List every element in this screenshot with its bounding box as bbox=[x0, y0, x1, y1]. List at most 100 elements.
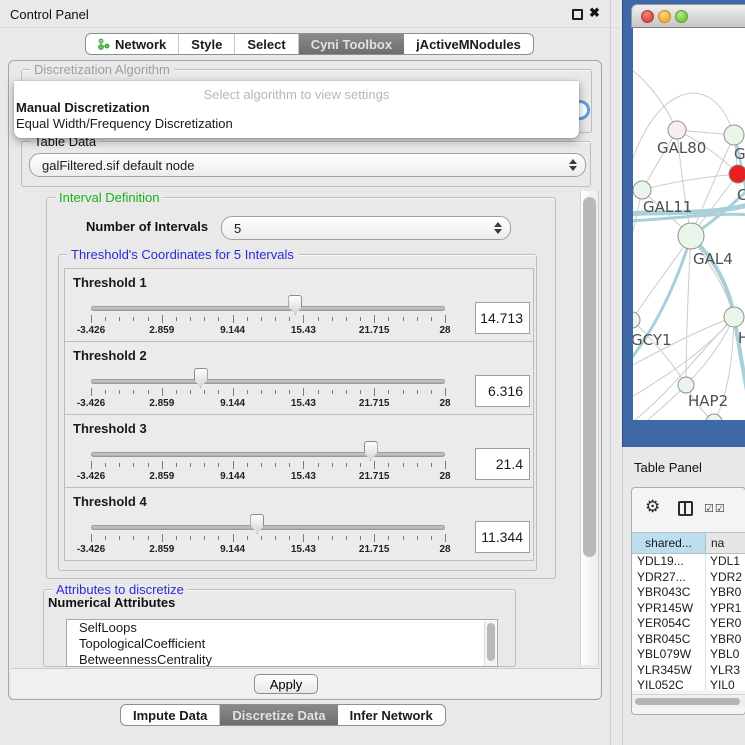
network-edge[interactable] bbox=[686, 317, 734, 385]
float-window-icon[interactable] bbox=[572, 9, 583, 20]
slider-thumb[interactable] bbox=[250, 514, 264, 534]
table-row[interactable]: YBL079WYBL0 bbox=[632, 647, 745, 663]
network-node[interactable] bbox=[724, 125, 744, 145]
algorithm-option-manual[interactable]: Manual Discretization bbox=[14, 100, 579, 116]
cell-name[interactable]: YDR2 bbox=[706, 570, 745, 586]
attribute-list-item[interactable]: BetweennessCentrality bbox=[67, 652, 497, 667]
tab-impute-data[interactable]: Impute Data bbox=[121, 705, 220, 725]
network-node-gal80[interactable] bbox=[668, 121, 686, 139]
list-scrollbar[interactable] bbox=[484, 621, 496, 667]
column-header-name[interactable]: na bbox=[706, 533, 745, 553]
tab-discretize-data[interactable]: Discretize Data bbox=[220, 705, 337, 725]
cell-name[interactable]: YPR1 bbox=[706, 601, 745, 617]
algorithm-option-equal-width[interactable]: Equal Width/Frequency Discretization bbox=[14, 116, 579, 132]
cell-shared-name[interactable]: YBL079W bbox=[632, 647, 706, 663]
slider-thumb[interactable] bbox=[364, 441, 378, 461]
control-panel-titlebar: Control Panel ✖ bbox=[0, 0, 620, 28]
zoom-traffic-light[interactable] bbox=[675, 10, 688, 23]
slider-track[interactable] bbox=[91, 306, 445, 311]
tab-network[interactable]: Network bbox=[86, 34, 179, 54]
threshold-value-field[interactable]: 14.713 bbox=[475, 302, 530, 334]
attribute-list-item[interactable]: TopologicalCoefficient bbox=[67, 636, 497, 652]
cell-name[interactable]: YER0 bbox=[706, 616, 745, 632]
tab-select[interactable]: Select bbox=[235, 34, 298, 54]
slider-tick bbox=[360, 536, 361, 540]
cell-shared-name[interactable]: YPR145W bbox=[632, 601, 706, 617]
threshold-value-field[interactable]: 21.4 bbox=[475, 448, 530, 480]
network-edge[interactable] bbox=[642, 174, 738, 190]
cell-shared-name[interactable]: YER054C bbox=[632, 616, 706, 632]
slider-thumb[interactable] bbox=[288, 295, 302, 315]
table-hscrollbar[interactable] bbox=[632, 694, 745, 707]
network-node[interactable] bbox=[706, 414, 722, 420]
settings-gear-icon[interactable]: ⚙ bbox=[645, 497, 660, 517]
cell-name[interactable]: YBL0 bbox=[706, 647, 745, 663]
table-row[interactable]: YBR045CYBR0 bbox=[632, 632, 745, 648]
network-window-titlebar[interactable] bbox=[631, 4, 745, 28]
network-node-gal4[interactable] bbox=[678, 223, 704, 249]
cell-name[interactable]: YBR0 bbox=[706, 632, 745, 648]
algorithm-placeholder-option[interactable]: Select algorithm to view settings bbox=[14, 81, 579, 100]
columns-icon[interactable] bbox=[678, 501, 693, 516]
slider-track[interactable] bbox=[91, 525, 445, 530]
table-row[interactable]: YIL052CYIL0 bbox=[632, 678, 745, 690]
network-node-label: GAL11 bbox=[643, 198, 692, 216]
threshold-value-field[interactable]: 11.344 bbox=[475, 521, 530, 553]
cell-name[interactable]: YIL0 bbox=[706, 678, 745, 690]
network-node-h[interactable] bbox=[724, 307, 744, 327]
cell-shared-name[interactable]: YDL19... bbox=[632, 554, 706, 570]
column-header-shared-name[interactable]: shared... bbox=[632, 533, 706, 553]
table-row[interactable]: YDR27...YDR2 bbox=[632, 570, 745, 586]
numerical-attributes-list[interactable]: SelfLoopsTopologicalCoefficientBetweenne… bbox=[66, 619, 498, 667]
list-scrollbar-thumb[interactable] bbox=[487, 623, 495, 661]
attribute-list-item[interactable]: SelfLoops bbox=[67, 620, 497, 636]
threshold-row: Threshold 3-3.4262.8599.14415.4321.71528… bbox=[64, 414, 534, 488]
cell-shared-name[interactable]: YDR27... bbox=[632, 570, 706, 586]
table-hscrollbar-thumb[interactable] bbox=[635, 698, 740, 705]
select-columns-icon[interactable]: ☑☑ bbox=[704, 502, 726, 515]
number-of-intervals-combobox[interactable]: 5 bbox=[221, 216, 511, 240]
network-edge[interactable] bbox=[686, 236, 691, 385]
cell-shared-name[interactable]: YBR043C bbox=[632, 585, 706, 601]
table-row[interactable]: YPR145WYPR1 bbox=[632, 601, 745, 617]
close-traffic-light[interactable] bbox=[641, 10, 654, 23]
slider-track[interactable] bbox=[91, 452, 445, 457]
apply-button[interactable]: Apply bbox=[254, 674, 318, 694]
tab-style[interactable]: Style bbox=[179, 34, 235, 54]
network-edge[interactable] bbox=[633, 66, 677, 130]
slider-thumb[interactable] bbox=[194, 368, 208, 388]
close-icon[interactable]: ✖ bbox=[589, 5, 600, 21]
cell-shared-name[interactable]: YLR345W bbox=[632, 663, 706, 679]
cell-name[interactable]: YLR3 bbox=[706, 663, 745, 679]
table-row[interactable]: YBR043CYBR0 bbox=[632, 585, 745, 601]
slider-tick bbox=[91, 388, 92, 396]
table-row[interactable]: YLR345WYLR3 bbox=[632, 663, 745, 679]
cell-shared-name[interactable]: YIL052C bbox=[632, 678, 706, 690]
network-edge[interactable] bbox=[691, 236, 734, 317]
slider-tick bbox=[218, 390, 219, 394]
network-node-red-node[interactable] bbox=[729, 165, 745, 183]
slider-tick bbox=[275, 390, 276, 394]
tab-cyni-toolbox[interactable]: Cyni Toolbox bbox=[299, 34, 404, 54]
network-node-gcy1[interactable] bbox=[633, 312, 640, 328]
slider-tick bbox=[431, 390, 432, 394]
cell-name[interactable]: YDL1 bbox=[706, 554, 745, 570]
tab-infer-network[interactable]: Infer Network bbox=[338, 705, 445, 725]
network-node-gal11[interactable] bbox=[633, 181, 651, 199]
panel-splitter[interactable] bbox=[610, 0, 611, 745]
minimize-traffic-light[interactable] bbox=[658, 10, 671, 23]
threshold-value-field[interactable]: 6.316 bbox=[475, 375, 530, 407]
network-thick-edge[interactable] bbox=[691, 236, 734, 317]
cell-shared-name[interactable]: YBR045C bbox=[632, 632, 706, 648]
settings-scrollbar-thumb[interactable] bbox=[583, 197, 596, 557]
network-node-hap2[interactable] bbox=[678, 377, 694, 393]
network-canvas[interactable]: GAL80GAGAL11CGAL4GCY1HHAP2 bbox=[633, 28, 745, 420]
network-edge[interactable] bbox=[633, 320, 686, 385]
table-data-combobox[interactable]: galFiltered.sif default node bbox=[29, 153, 586, 177]
table-row[interactable]: YDL19...YDL1 bbox=[632, 554, 745, 570]
tab-jactivemnodules[interactable]: jActiveMNodules bbox=[404, 34, 533, 54]
cell-name[interactable]: YBR0 bbox=[706, 585, 745, 601]
table-row[interactable]: YER054CYER0 bbox=[632, 616, 745, 632]
slider-track[interactable] bbox=[91, 379, 445, 384]
settings-scrollbar[interactable] bbox=[580, 191, 599, 665]
